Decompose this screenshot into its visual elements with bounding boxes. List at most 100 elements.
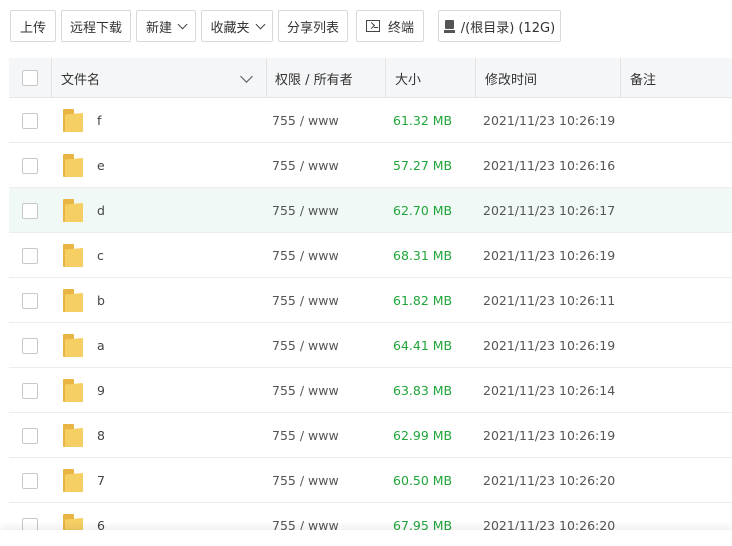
modified-time: 2021/11/23 10:26:17 bbox=[483, 203, 616, 218]
column-divider bbox=[51, 58, 52, 98]
column-header-size[interactable]: 大小 bbox=[395, 58, 421, 98]
column-divider bbox=[266, 58, 267, 98]
file-size: 62.70 MB bbox=[393, 203, 453, 218]
row-checkbox[interactable] bbox=[22, 157, 38, 174]
row-checkbox[interactable] bbox=[22, 382, 38, 399]
modified-time: 2021/11/23 10:26:19 bbox=[483, 428, 616, 443]
row-checkbox[interactable] bbox=[22, 202, 38, 219]
share-list-button[interactable]: 分享列表 bbox=[278, 10, 348, 42]
remote-download-label: 远程下载 bbox=[69, 20, 122, 36]
table-bottom-edge bbox=[0, 530, 732, 546]
terminal-icon bbox=[365, 20, 380, 32]
folder-icon bbox=[63, 379, 83, 402]
table-header: 文件名 权限 / 所有者 大小 修改时间 备注 bbox=[9, 58, 732, 98]
modified-time: 2021/11/23 10:26:16 bbox=[483, 158, 616, 173]
row-select-cell bbox=[22, 368, 38, 413]
table-row[interactable]: e 755 / www 57.27 MB 2021/11/23 10:26:16 bbox=[9, 143, 732, 188]
file-name[interactable]: e bbox=[97, 143, 105, 188]
row-checkbox[interactable] bbox=[22, 472, 38, 489]
row-checkbox[interactable] bbox=[22, 247, 38, 264]
perm-owner[interactable]: 755 / www bbox=[272, 98, 339, 143]
modified-time: 2021/11/23 10:26:19 bbox=[483, 248, 616, 263]
folder-icon bbox=[63, 289, 83, 312]
modified-time: 2021/11/23 10:26:20 bbox=[483, 473, 616, 488]
chevron-down-icon bbox=[177, 19, 188, 29]
row-checkbox[interactable] bbox=[22, 292, 38, 309]
favorites-button[interactable]: 收藏夹 bbox=[201, 10, 273, 42]
row-checkbox[interactable] bbox=[22, 112, 38, 129]
folder-icon bbox=[63, 154, 83, 177]
remote-download-button[interactable]: 远程下载 bbox=[61, 10, 131, 42]
column-divider bbox=[385, 58, 386, 98]
terminal-button[interactable]: 终端 bbox=[356, 10, 424, 42]
file-size: 61.82 MB bbox=[393, 293, 453, 308]
table-row[interactable]: 8 755 / www 62.99 MB 2021/11/23 10:26:19 bbox=[9, 413, 732, 458]
perm-owner[interactable]: 755 / www bbox=[272, 458, 339, 503]
perm-owner[interactable]: 755 / www bbox=[272, 188, 339, 233]
file-size: 63.83 MB bbox=[393, 383, 453, 398]
row-select-cell bbox=[22, 98, 38, 143]
table-row[interactable]: c 755 / www 68.31 MB 2021/11/23 10:26:19 bbox=[9, 233, 732, 278]
column-header-size-label: 大小 bbox=[395, 72, 422, 88]
row-select-cell bbox=[22, 233, 38, 278]
perm-owner[interactable]: 755 / www bbox=[272, 143, 339, 188]
table-row[interactable]: 7 755 / www 60.50 MB 2021/11/23 10:26:20 bbox=[9, 458, 732, 503]
modified-time: 2021/11/23 10:26:19 bbox=[483, 113, 616, 128]
disk-button[interactable]: /(根目录) (12G) bbox=[438, 10, 561, 42]
folder-icon bbox=[63, 424, 83, 447]
select-all-checkbox[interactable] bbox=[22, 70, 38, 86]
chevron-down-icon bbox=[255, 19, 265, 29]
column-header-note-label: 备注 bbox=[630, 72, 657, 88]
perm-owner[interactable]: 755 / www bbox=[272, 413, 339, 458]
disk-icon bbox=[443, 19, 455, 33]
row-select-cell bbox=[22, 188, 38, 233]
folder-icon bbox=[63, 244, 83, 267]
terminal-label: 终端 bbox=[387, 20, 414, 36]
select-all-cell bbox=[22, 58, 38, 98]
row-checkbox[interactable] bbox=[22, 337, 38, 354]
file-size: 57.27 MB bbox=[393, 158, 453, 173]
column-header-name[interactable]: 文件名 bbox=[61, 58, 100, 98]
file-name[interactable]: 7 bbox=[97, 458, 105, 503]
new-button[interactable]: 新建 bbox=[136, 10, 196, 42]
perm-owner[interactable]: 755 / www bbox=[272, 368, 339, 413]
file-size: 68.31 MB bbox=[393, 248, 453, 263]
perm-owner[interactable]: 755 / www bbox=[272, 233, 339, 278]
column-header-modified-label: 修改时间 bbox=[485, 72, 538, 88]
file-name[interactable]: b bbox=[97, 278, 105, 323]
file-name[interactable]: 9 bbox=[97, 368, 105, 413]
file-size: 62.99 MB bbox=[393, 428, 453, 443]
share-list-label: 分享列表 bbox=[286, 20, 339, 36]
column-header-perm[interactable]: 权限 / 所有者 bbox=[275, 58, 353, 98]
column-divider bbox=[620, 58, 621, 98]
column-header-name-label: 文件名 bbox=[61, 72, 101, 88]
file-name[interactable]: c bbox=[97, 233, 104, 278]
table-row[interactable]: f 755 / www 61.32 MB 2021/11/23 10:26:19 bbox=[9, 98, 732, 143]
file-name[interactable]: 8 bbox=[97, 413, 105, 458]
table-row[interactable]: d 755 / www 62.70 MB 2021/11/23 10:26:17 bbox=[9, 188, 732, 233]
favorites-label: 收藏夹 bbox=[210, 20, 250, 36]
file-name[interactable]: a bbox=[97, 323, 105, 368]
file-size: 61.32 MB bbox=[393, 113, 453, 128]
table-row[interactable]: 9 755 / www 63.83 MB 2021/11/23 10:26:14 bbox=[9, 368, 732, 413]
perm-owner[interactable]: 755 / www bbox=[272, 323, 339, 368]
table-row[interactable]: a 755 / www 64.41 MB 2021/11/23 10:26:19 bbox=[9, 323, 732, 368]
table-row[interactable]: b 755 / www 61.82 MB 2021/11/23 10:26:11 bbox=[9, 278, 732, 323]
perm-owner[interactable]: 755 / www bbox=[272, 278, 339, 323]
modified-time: 2021/11/23 10:26:14 bbox=[483, 383, 616, 398]
upload-button[interactable]: 上传 bbox=[10, 10, 56, 42]
row-select-cell bbox=[22, 143, 38, 188]
new-label: 新建 bbox=[145, 20, 172, 36]
modified-time: 2021/11/23 10:26:19 bbox=[483, 338, 616, 353]
file-name[interactable]: f bbox=[97, 98, 101, 143]
file-table: 文件名 权限 / 所有者 大小 修改时间 备注 f 755 / www 61.3… bbox=[9, 58, 732, 546]
upload-label: 上传 bbox=[19, 20, 46, 36]
file-size: 60.50 MB bbox=[393, 473, 453, 488]
column-header-modified[interactable]: 修改时间 bbox=[485, 58, 537, 98]
file-size: 64.41 MB bbox=[393, 338, 453, 353]
chevron-down-icon[interactable] bbox=[240, 70, 253, 83]
row-checkbox[interactable] bbox=[22, 427, 38, 444]
row-select-cell bbox=[22, 278, 38, 323]
file-name[interactable]: d bbox=[97, 188, 105, 233]
modified-time: 2021/11/23 10:26:11 bbox=[483, 293, 616, 308]
